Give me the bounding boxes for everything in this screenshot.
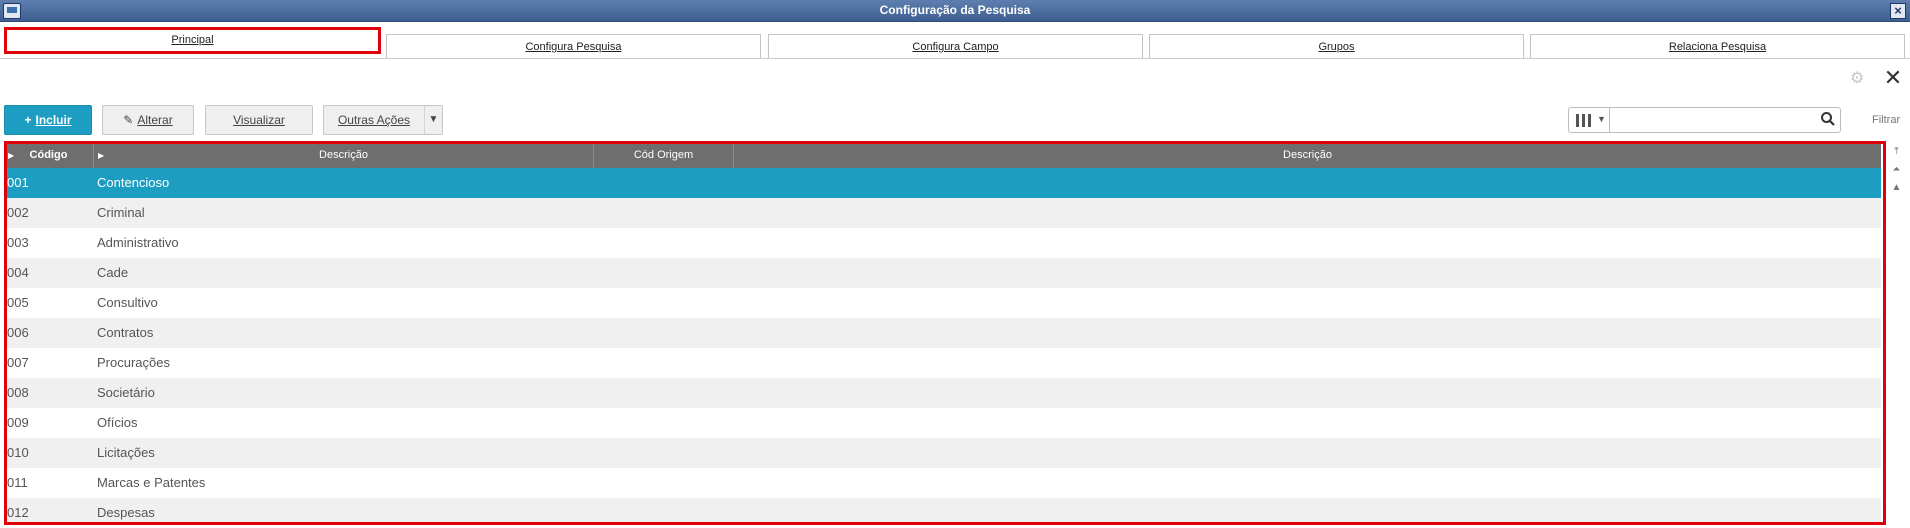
tab-grupos[interactable]: Grupos [1149,34,1524,58]
plus-icon: + [24,113,32,127]
vertical-scrollbar[interactable]: ⤒ ⏶ ▲ [1889,143,1906,523]
columns-icon [1576,114,1592,127]
window-close-button[interactable]: × [1890,3,1906,19]
alterar-button[interactable]: ✎ Alterar [102,105,194,135]
search-input[interactable] [1609,107,1841,133]
gear-icon[interactable]: ⚙ [1850,71,1866,87]
scroll-page-up-icon[interactable]: ⏶ [1889,161,1904,179]
column-picker-button[interactable]: ▼ [1568,107,1609,133]
filter-label[interactable]: Filtrar [1872,114,1900,126]
tab-configura-campo[interactable]: Configura Campo [768,34,1143,58]
tab-configura-pesquisa[interactable]: Configura Pesquisa [386,34,761,58]
grid-highlight-frame [4,141,1886,525]
visualizar-label: Visualizar [233,113,285,127]
scroll-up-icon[interactable]: ▲ [1889,179,1904,197]
window-titlebar: Configuração da Pesquisa × [0,0,1910,22]
chevron-down-icon: ▼ [424,106,442,134]
tab-principal[interactable]: Principal [4,27,381,54]
outras-acoes-button[interactable]: Outras Ações ▼ [323,105,443,135]
incluir-label: Incluir [35,113,72,127]
search-icon[interactable] [1820,111,1836,127]
alterar-label: Alterar [137,113,173,127]
scroll-top-icon[interactable]: ⤒ [1889,143,1904,161]
incluir-button[interactable]: + Incluir [4,105,92,135]
visualizar-button[interactable]: Visualizar [205,105,313,135]
tab-relaciona-pesquisa[interactable]: Relaciona Pesquisa [1530,34,1905,58]
close-icon[interactable]: ✕ [1883,67,1903,89]
chevron-down-icon: ▼ [1597,114,1606,124]
window-title: Configuração da Pesquisa [879,3,1031,17]
outras-acoes-label: Outras Ações [337,113,411,127]
tab-bar: Principal Configura Pesquisa Configura C… [0,25,1910,59]
pencil-icon: ✎ [123,113,134,127]
